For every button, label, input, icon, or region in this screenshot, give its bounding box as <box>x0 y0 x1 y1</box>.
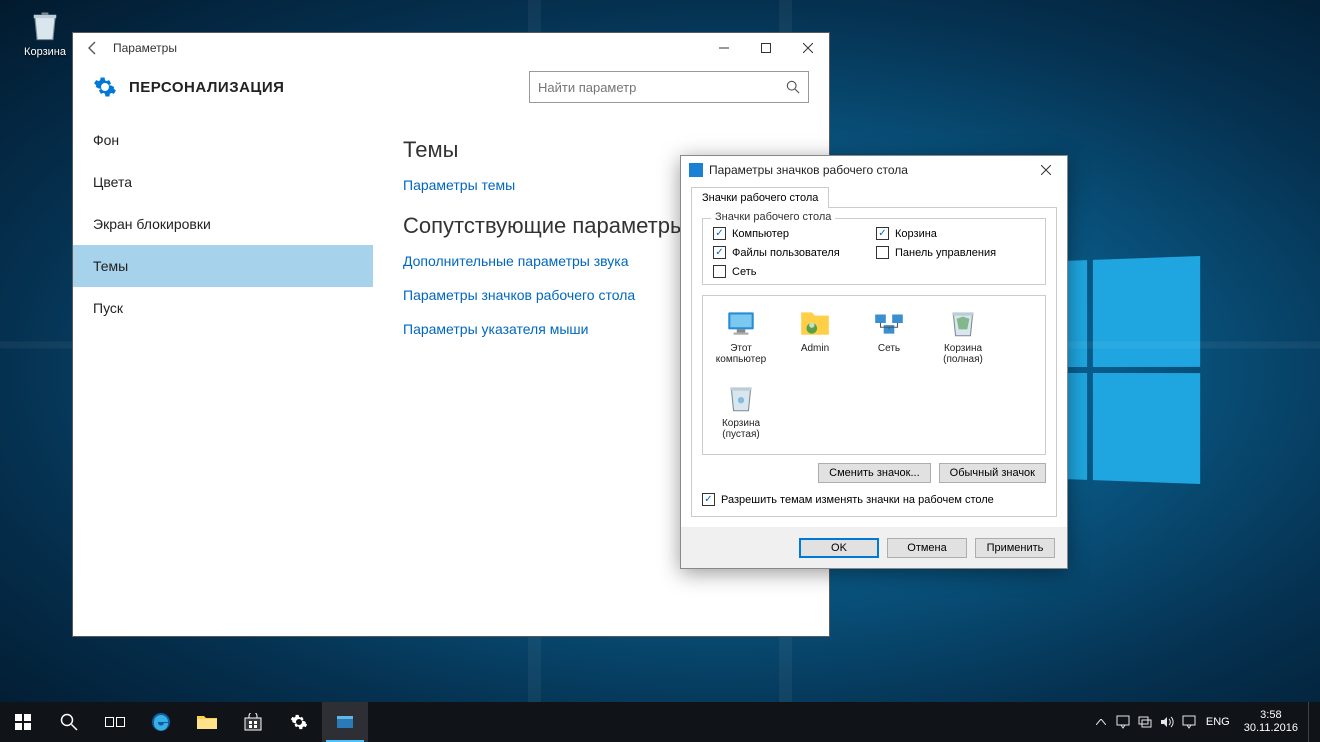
checkbox-3[interactable]: Панель управления <box>876 246 1035 259</box>
taskbar-app-icon[interactable] <box>322 702 368 742</box>
icon-preview-icon <box>798 306 832 340</box>
tray-time: 3:58 <box>1244 709 1298 722</box>
checkbox-0[interactable]: ✓ Компьютер <box>713 227 872 240</box>
cancel-button[interactable]: Отмена <box>887 538 967 558</box>
search-icon <box>786 80 800 94</box>
taskbar-explorer-icon[interactable] <box>184 702 230 742</box>
icon-item-label: Сеть <box>861 343 917 354</box>
tray-notifications-icon[interactable] <box>1180 713 1198 731</box>
tray-action-center-icon[interactable] <box>1114 713 1132 731</box>
minimize-button[interactable] <box>703 34 745 62</box>
taskbar-settings-icon[interactable] <box>276 702 322 742</box>
icon-item-label: Этот компьютер <box>713 343 769 365</box>
icon-preview-icon <box>946 306 980 340</box>
default-icon-button[interactable]: Обычный значок <box>939 463 1046 483</box>
close-button[interactable] <box>787 34 829 62</box>
checkbox-2[interactable]: ✓ Файлы пользователя <box>713 246 872 259</box>
tray-clock[interactable]: 3:58 30.11.2016 <box>1238 709 1304 734</box>
icon-preview-icon <box>724 381 758 415</box>
checkbox-label: Сеть <box>732 266 756 278</box>
tray-chevron-up-icon[interactable] <box>1092 713 1110 731</box>
settings-sidebar: ФонЦветаЭкран блокировкиТемыПуск <box>73 119 373 622</box>
show-desktop-button[interactable] <box>1308 702 1314 742</box>
desktop-icons-fieldset: Значки рабочего стола ✓Компьютер✓Корзина… <box>702 218 1046 285</box>
checkbox-label: Файлы пользователя <box>732 247 840 259</box>
settings-heading: ПЕРСОНАЛИЗАЦИЯ <box>129 79 529 96</box>
settings-header: ПЕРСОНАЛИЗАЦИЯ <box>73 63 829 119</box>
desktop-icons-dialog: Параметры значков рабочего стола Значки … <box>680 155 1068 569</box>
desktop-icon-label: Корзина <box>24 46 66 58</box>
gear-icon <box>93 75 117 99</box>
taskbar-edge-icon[interactable] <box>138 702 184 742</box>
dialog-tab[interactable]: Значки рабочего стола <box>691 187 829 208</box>
system-tray: ENG 3:58 30.11.2016 <box>1086 702 1320 742</box>
tray-language[interactable]: ENG <box>1202 716 1234 728</box>
apply-button[interactable]: Применить <box>975 538 1055 558</box>
icon-item-0[interactable]: Этот компьютер <box>713 306 769 365</box>
dialog-title-icon <box>689 163 703 177</box>
icon-item-label: Корзина (полная) <box>935 343 991 365</box>
checkbox-box-icon <box>876 246 889 259</box>
checkbox-label: Компьютер <box>732 228 789 240</box>
icon-preview-list[interactable]: Этот компьютер Admin Сеть Корзина (полная) К… <box>702 295 1046 455</box>
icon-preview-icon <box>872 306 906 340</box>
fieldset-legend: Значки рабочего стола <box>711 211 835 223</box>
start-button[interactable] <box>0 702 46 742</box>
icon-item-label: Корзина (пустая) <box>713 418 769 440</box>
icon-item-1[interactable]: Admin <box>787 306 843 365</box>
tray-volume-icon[interactable] <box>1158 713 1176 731</box>
checkbox-box-icon: ✓ <box>876 227 889 240</box>
recycle-bin-icon <box>27 8 63 44</box>
allow-themes-label: Разрешить темам изменять значки на рабоч… <box>721 494 994 506</box>
checkbox-icon: ✓ <box>702 493 715 506</box>
checkbox-box-icon: ✓ <box>713 246 726 259</box>
dialog-title-text: Параметры значков рабочего стола <box>709 163 1029 177</box>
dialog-tabpane: Значки рабочего стола ✓ Компьютер ✓ Корзина… <box>691 207 1057 517</box>
dialog-footer: OK Отмена Применить <box>681 527 1067 568</box>
desktop-icon-recycle-bin[interactable]: Корзина <box>20 8 70 58</box>
checkbox-box-icon <box>713 265 726 278</box>
tray-date: 30.11.2016 <box>1244 722 1298 735</box>
icon-item-2[interactable]: Сеть <box>861 306 917 365</box>
checkbox-box-icon: ✓ <box>713 227 726 240</box>
icon-item-label: Admin <box>787 343 843 354</box>
dialog-close-button[interactable] <box>1029 159 1063 181</box>
settings-titlebar[interactable]: Параметры <box>73 33 829 63</box>
search-input[interactable] <box>538 80 786 95</box>
sidebar-item-4[interactable]: Пуск <box>73 287 373 329</box>
allow-themes-checkbox[interactable]: ✓ Разрешить темам изменять значки на раб… <box>702 493 1046 506</box>
task-view-button[interactable] <box>92 702 138 742</box>
sidebar-item-0[interactable]: Фон <box>73 119 373 161</box>
taskbar-store-icon[interactable] <box>230 702 276 742</box>
icon-preview-icon <box>724 306 758 340</box>
icon-item-4[interactable]: Корзина (пустая) <box>713 381 769 440</box>
back-button[interactable] <box>81 36 105 60</box>
sidebar-item-2[interactable]: Экран блокировки <box>73 203 373 245</box>
taskbar: ENG 3:58 30.11.2016 <box>0 702 1320 742</box>
maximize-button[interactable] <box>745 34 787 62</box>
ok-button[interactable]: OK <box>799 538 879 558</box>
icon-item-3[interactable]: Корзина (полная) <box>935 306 991 365</box>
settings-title-text: Параметры <box>113 41 177 55</box>
checkbox-4[interactable]: Сеть <box>713 265 872 278</box>
change-icon-button[interactable]: Сменить значок... <box>818 463 931 483</box>
checkbox-1[interactable]: ✓ Корзина <box>876 227 1035 240</box>
checkbox-label: Панель управления <box>895 247 996 259</box>
sidebar-item-3[interactable]: Темы <box>73 245 373 287</box>
sidebar-item-1[interactable]: Цвета <box>73 161 373 203</box>
search-button[interactable] <box>46 702 92 742</box>
search-box[interactable] <box>529 71 809 103</box>
checkbox-label: Корзина <box>895 228 937 240</box>
tray-network-icon[interactable] <box>1136 713 1154 731</box>
dialog-titlebar[interactable]: Параметры значков рабочего стола <box>681 156 1067 184</box>
